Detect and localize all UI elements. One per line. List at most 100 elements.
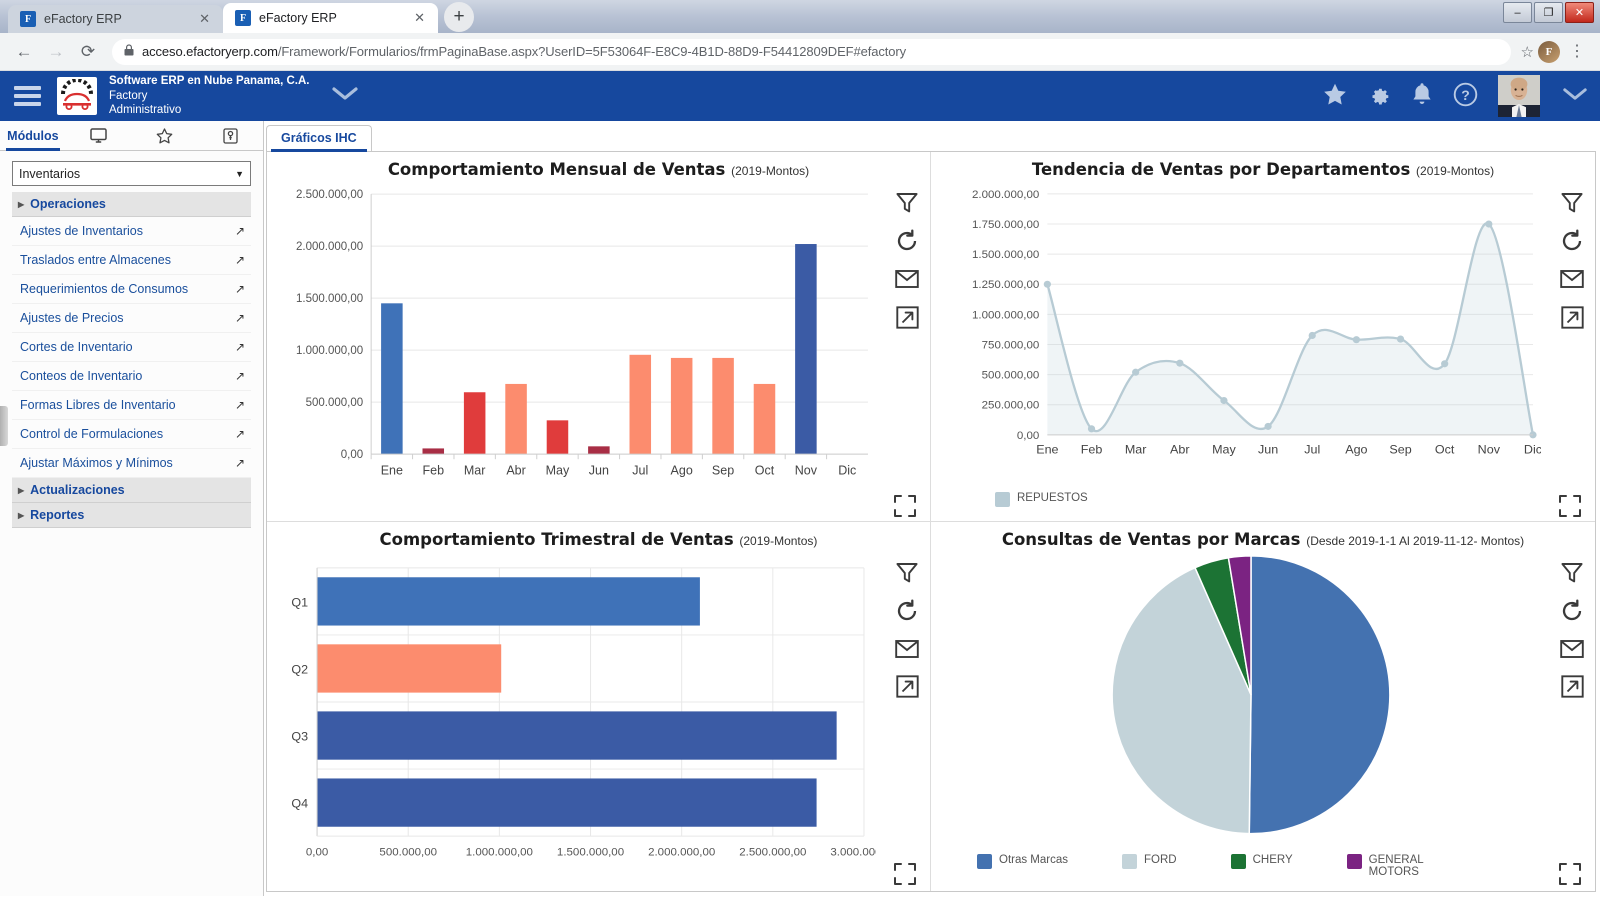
open-external-icon[interactable]: ↗ [235,456,245,470]
legend-swatch [1346,853,1362,869]
point-Ago [1352,336,1360,344]
company-info: Software ERP en Nube Panama, C.A. Factor… [109,74,309,117]
filter-icon[interactable] [894,560,920,586]
menu-hamburger-icon[interactable] [14,86,41,106]
charts-grid: Comportamiento Mensual de Ventas (2019-M… [266,151,1596,892]
export-icon[interactable] [894,304,920,330]
new-tab-button[interactable]: + [444,2,474,32]
fullscreen-icon[interactable] [1559,494,1581,517]
open-external-icon[interactable]: ↗ [235,427,245,441]
refresh-icon[interactable] [894,228,920,254]
refresh-icon[interactable] [1559,598,1585,624]
filter-icon[interactable] [1559,560,1585,586]
email-icon[interactable] [894,636,920,662]
sidebar-item-requerimientos-de-consumos[interactable]: Requerimientos de Consumos ↗ [12,275,251,304]
chart-quarterly-bars[interactable]: 0,00 500.000,00 1.000.000,00 1.500.000,00 2.… [275,562,898,866]
sidebar-group-actualizaciones[interactable]: ▶ Actualizaciones [12,478,251,503]
back-icon[interactable]: ← [10,38,38,66]
module-select[interactable]: Inventarios ▼ [12,161,251,186]
open-external-icon[interactable]: ↗ [235,282,245,296]
browser-tab-2-close-icon[interactable]: ✕ [411,10,428,26]
export-icon[interactable] [1559,304,1585,330]
sidebar-group-reportes[interactable]: ▶ Reportes [12,503,251,528]
browser-profile-avatar[interactable]: F [1538,40,1560,63]
svg-text:1.000.000,00: 1.000.000,00 [466,846,533,858]
reload-icon[interactable]: ⟳ [74,38,102,66]
sidebar-item-ajustes-de-inventarios[interactable]: Ajustes de Inventarios ↗ [12,217,251,246]
settings-gear-icon[interactable] [1367,82,1391,110]
email-icon[interactable] [1559,636,1585,662]
sidebar-item-ajustes-de-precios[interactable]: Ajustes de Precios ↗ [12,304,251,333]
browser-titlebar: F eFactory ERP ✕ F eFactory ERP ✕ + – ❐ … [0,0,1600,33]
point-Oct [1441,360,1449,368]
favorites-icon[interactable] [1323,83,1347,110]
browser-tab-1[interactable]: F eFactory ERP ✕ [8,5,223,33]
window-minimize-button[interactable]: – [1503,2,1532,23]
legend-item-ford[interactable]: FORD [1122,853,1177,869]
open-external-icon[interactable]: ↗ [235,224,245,238]
sidebar-group-operaciones[interactable]: ▶ Operaciones [12,192,251,217]
chart-title: Tendencia de Ventas por Departamentos [1031,160,1411,179]
open-external-icon[interactable]: ↗ [235,253,245,267]
refresh-icon[interactable] [1559,228,1585,254]
open-external-icon[interactable]: ↗ [235,398,245,412]
sidebar-item-control-de-formulaciones[interactable]: Control de Formulaciones ↗ [12,420,251,449]
forward-icon[interactable]: → [42,38,70,66]
svg-text:Jun: Jun [589,463,609,477]
fullscreen-icon[interactable] [894,494,916,517]
legend-item-repuestos[interactable]: REPUESTOS [995,491,1088,507]
notifications-bell-icon[interactable] [1411,82,1433,110]
legend-item-chery[interactable]: CHERY [1230,853,1293,869]
browser-menu-kebab-icon[interactable]: ⋮ [1564,43,1590,60]
export-icon[interactable] [894,674,920,700]
filter-icon[interactable] [1559,190,1585,216]
chart-legend: Otras Marcas FORD CHERY GENERAL MOTORS [977,853,1541,879]
sidebar-tab-desktop[interactable] [66,121,132,150]
header-expand-chevron-icon[interactable] [331,86,359,106]
tab-graficos-ihc[interactable]: Gráficos IHC [266,125,372,152]
fullscreen-icon[interactable] [894,863,916,885]
open-external-icon[interactable]: ↗ [235,340,245,354]
browser-tab-1-close-icon[interactable]: ✕ [196,11,213,27]
sidebar-item-traslados-entre-almacenes[interactable]: Traslados entre Almacenes ↗ [12,246,251,275]
lock-icon [124,44,134,59]
chart-brands-pie[interactable] [961,554,1541,836]
filter-icon[interactable] [894,190,920,216]
window-maximize-button[interactable]: ❐ [1534,2,1563,23]
sidebar-tab-permissions[interactable] [197,121,263,150]
legend-swatch [977,853,992,869]
email-icon[interactable] [1559,266,1585,292]
sidebar-item-formas-libres-de-inventario[interactable]: Formas Libres de Inventario ↗ [12,391,251,420]
chart-department-trend[interactable]: 0,00 250.000,00 500.000,00 750.000,00 1.000.… [939,186,1542,463]
window-close-button[interactable]: ✕ [1565,2,1594,23]
chart-monthly-bars[interactable]: 0,00 500.000,00 1.000.000,00 1.500.000,00 2.… [275,186,876,485]
sidebar-resize-handle[interactable] [0,406,8,446]
svg-text:0,00: 0,00 [306,846,328,858]
fullscreen-icon[interactable] [1559,863,1581,885]
legend-item-otras-marcas[interactable]: Otras Marcas [977,853,1068,869]
address-bar[interactable]: acceso.efactoryerp.com/Framework/Formula… [112,38,1511,65]
open-external-icon[interactable]: ↗ [235,311,245,325]
triangle-right-icon: ▶ [18,510,25,520]
help-icon[interactable]: ? [1453,82,1478,111]
chart-subtitle: (2019-Montos) [1416,164,1495,178]
open-external-icon[interactable]: ↗ [235,369,245,383]
sidebar-tab-favorites[interactable] [132,121,198,150]
user-menu-chevron-icon[interactable] [1562,86,1588,106]
sidebar-item-cortes-de-inventario[interactable]: Cortes de Inventario ↗ [12,333,251,362]
legend-item-general-motors[interactable]: GENERAL MOTORS [1346,853,1459,879]
sidebar-tab-modulos[interactable]: Módulos [0,121,66,151]
sidebar-item-ajustar-maximos-y-minimos[interactable]: Ajustar Máximos y Mínimos ↗ [12,449,251,478]
user-avatar[interactable] [1498,75,1540,117]
browser-tab-1-title: eFactory ERP [44,12,122,26]
refresh-icon[interactable] [894,598,920,624]
module-select-value: Inventarios [19,166,81,181]
export-icon[interactable] [1559,674,1585,700]
svg-text:1.000.000,00: 1.000.000,00 [972,309,1039,321]
browser-tab-2[interactable]: F eFactory ERP ✕ [223,3,438,33]
sidebar-item-conteos-de-inventario[interactable]: Conteos de Inventario ↗ [12,362,251,391]
sidebar-item-label: Formas Libres de Inventario [20,398,176,412]
svg-text:250.000,00: 250.000,00 [982,400,1040,412]
email-icon[interactable] [894,266,920,292]
bookmark-star-icon[interactable]: ☆ [1521,43,1534,61]
